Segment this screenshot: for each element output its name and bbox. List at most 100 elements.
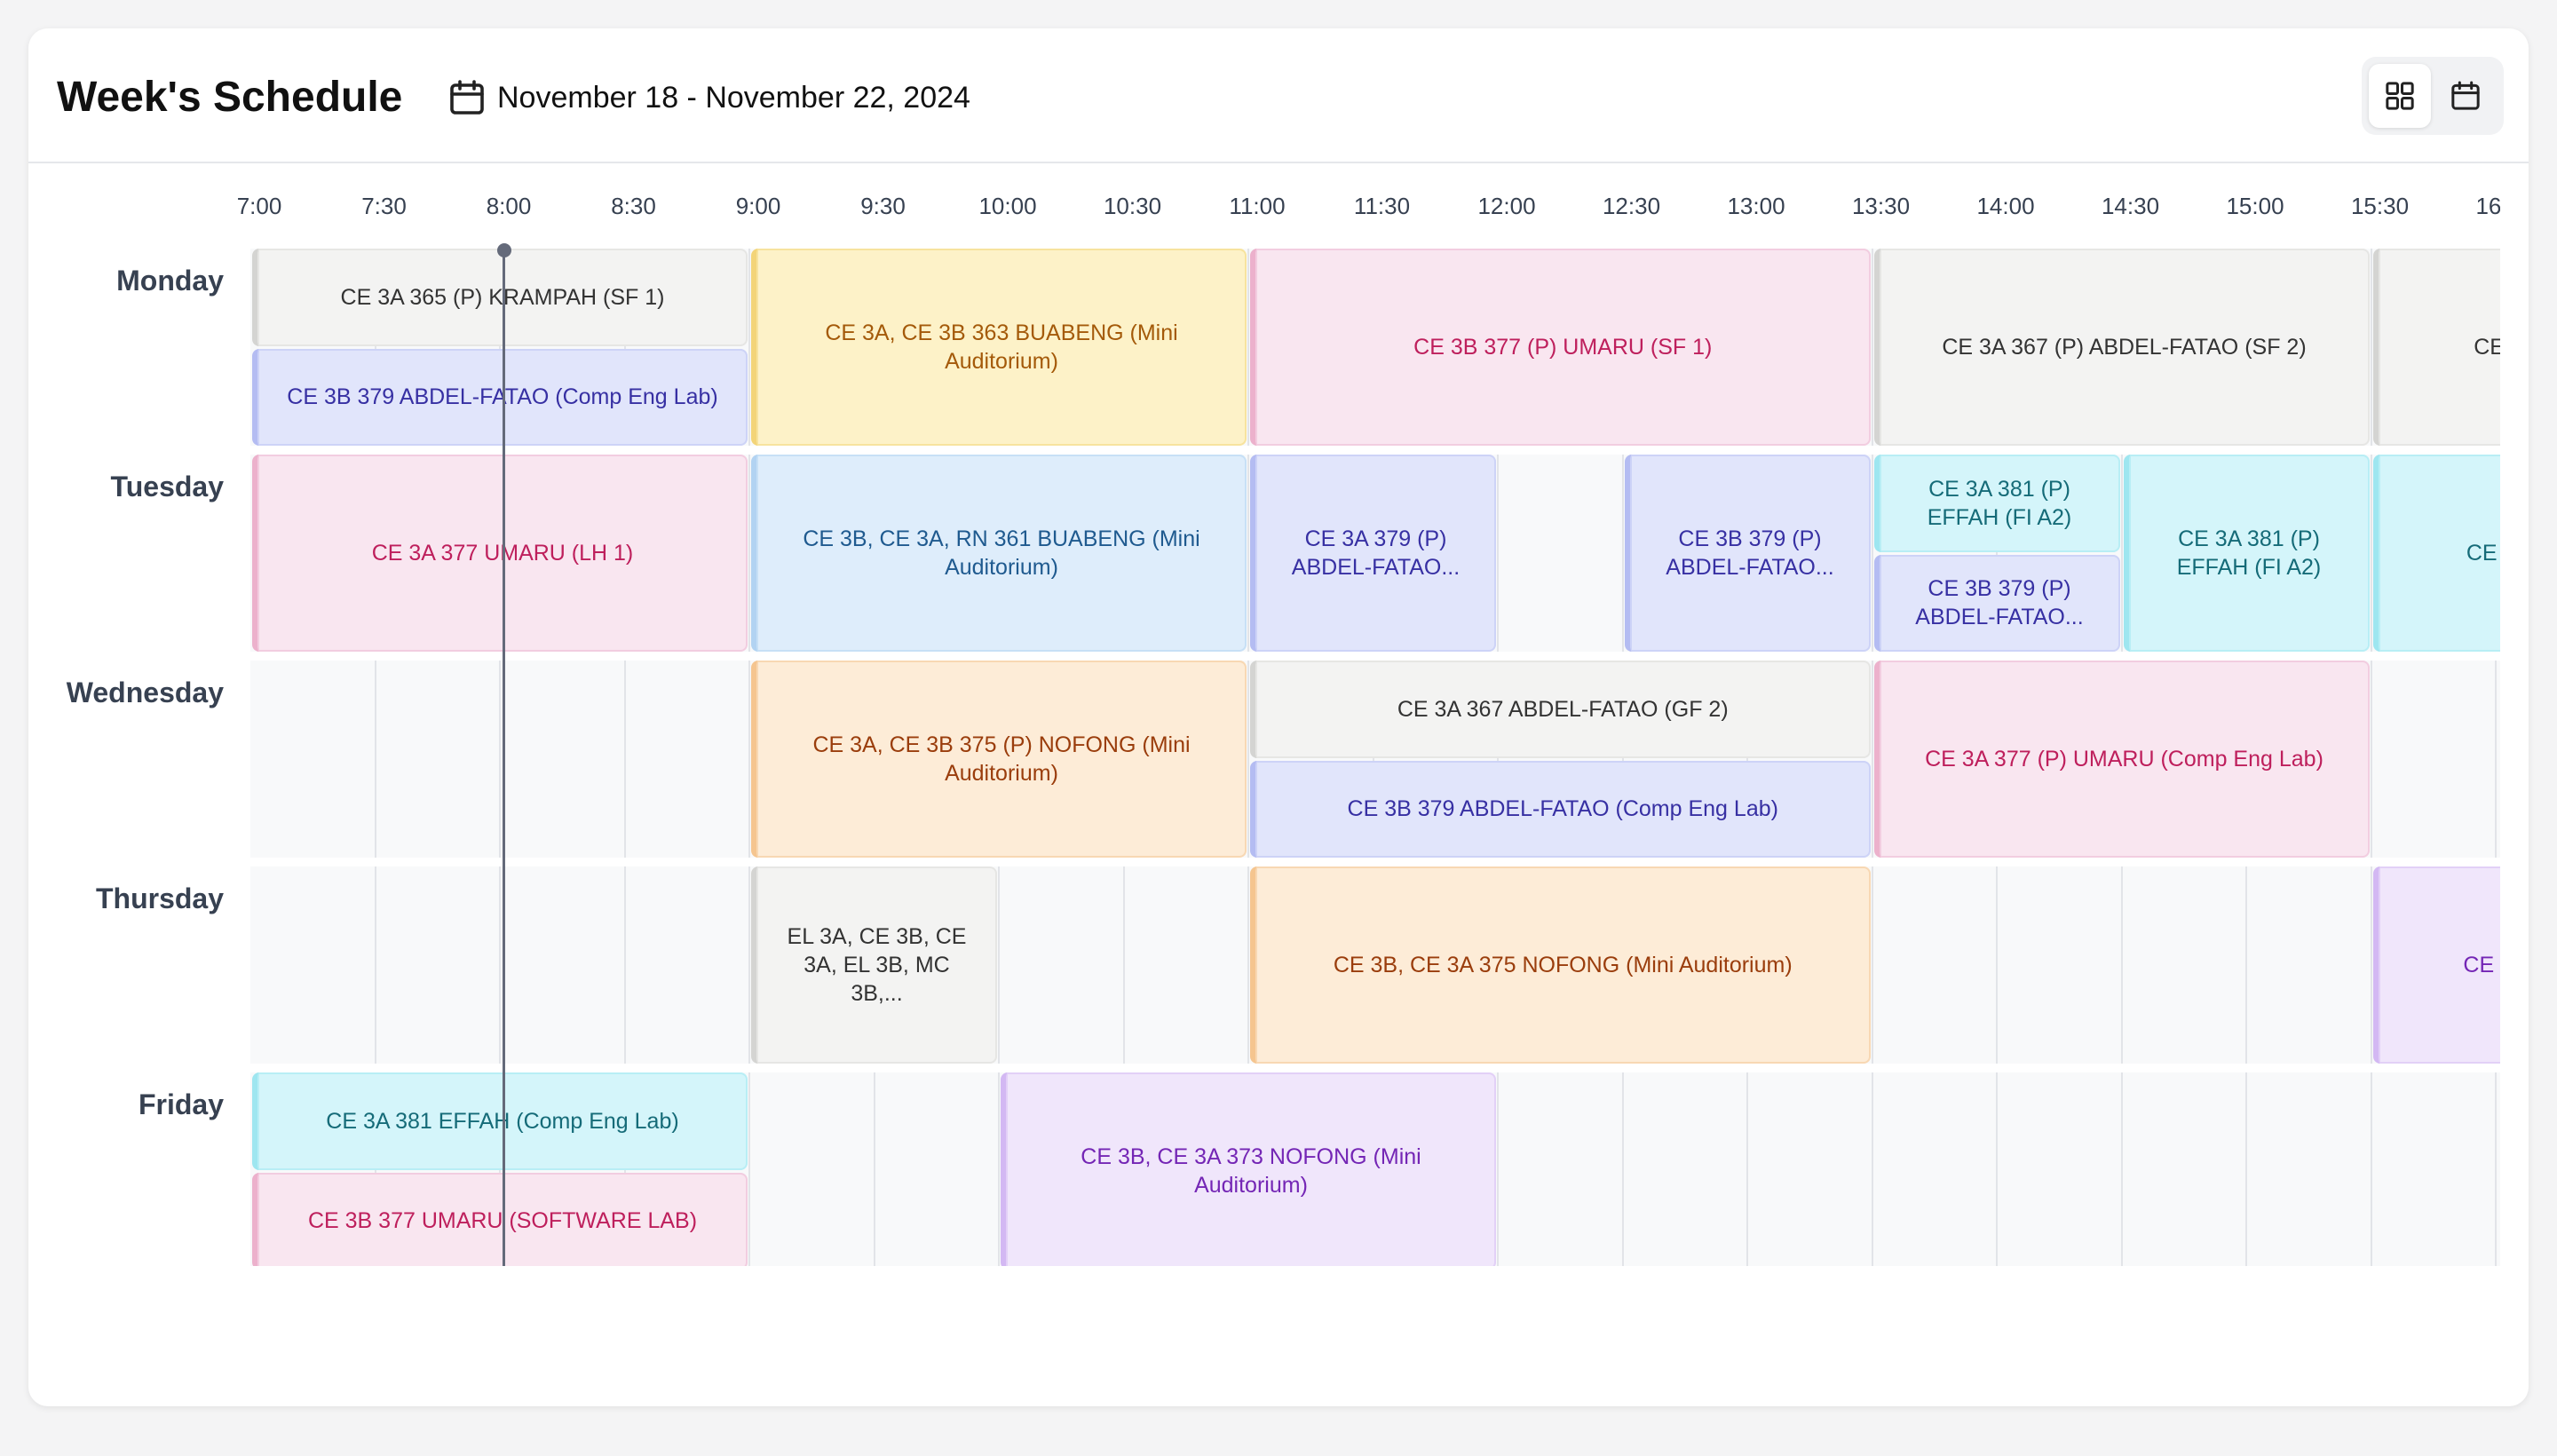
- schedule-card: Week's Schedule November 18 - November 2…: [28, 28, 2529, 1406]
- time-gridline: [2371, 866, 2372, 1064]
- grid-view-icon: [2386, 82, 2414, 110]
- time-label: 11:00: [1229, 193, 1286, 219]
- time-gridline: [748, 1072, 750, 1266]
- time-label: 13:00: [1727, 193, 1785, 219]
- time-gridline: [748, 455, 750, 652]
- schedule-event[interactable]: CE 3A, CE 3B 363 BUABENG (Mini Auditoriu…: [751, 249, 1247, 446]
- time-label: 16:00: [2475, 193, 2500, 219]
- schedule-header: Week's Schedule November 18 - November 2…: [28, 28, 2529, 163]
- event-label: CE 3A,: [2463, 953, 2500, 977]
- time-gridline: [874, 1072, 875, 1266]
- view-toggle: [2362, 57, 2504, 135]
- time-label: 12:00: [1477, 193, 1536, 219]
- schedule-event[interactable]: CE 3: [2372, 249, 2500, 446]
- schedule-event[interactable]: CE 3B 379 ABDEL-FATAO (Comp Eng Lab): [1250, 760, 1871, 858]
- time-gridline: [998, 866, 1000, 1064]
- schedule-event[interactable]: CE 3A 367 (P) ABDEL-FATAO (SF 2): [1873, 249, 2370, 446]
- time-label: 15:00: [2226, 193, 2284, 219]
- schedule-grid: 7:00 7:30 8:00 8:30 9:00 9:30 10:00 10:30 11:00 1…: [28, 165, 2500, 1266]
- schedule-event[interactable]: CE 3A 377 (P) UMARU (Comp Eng Lab): [1873, 661, 2370, 858]
- grid-view-button[interactable]: [2369, 64, 2431, 128]
- time-label: 9:30: [860, 193, 906, 219]
- time-gridline: [375, 661, 376, 858]
- time-gridline: [375, 866, 376, 1064]
- event-label: CE 3B, CE 3A 375 NOFONG (Mini Auditorium…: [1333, 953, 1793, 977]
- day-label-thursday: Thursday: [95, 882, 224, 914]
- current-time-marker: [497, 243, 511, 257]
- day-label-friday: Friday: [138, 1088, 224, 1120]
- time-gridline: [748, 661, 750, 858]
- event-label: CE 3A 367 ABDEL-FATAO (GF 2): [1397, 696, 1729, 722]
- schedule-event[interactable]: CE 3A 379 (P) ABDEL-FATAO...: [1250, 455, 1496, 652]
- time-gridline: [1247, 866, 1249, 1064]
- time-gridline: [2245, 1072, 2247, 1266]
- time-gridline: [2371, 249, 2372, 446]
- event-label: CE 3B 379 ABDEL-FATAO (Comp Eng Lab): [1347, 796, 1778, 822]
- time-gridline: [748, 866, 750, 1064]
- time-gridline: [2495, 1072, 2497, 1266]
- schedule-event[interactable]: CE 3A 367 ABDEL-FATAO (GF 2): [1250, 661, 1871, 758]
- time-gridline: [1247, 249, 1249, 446]
- time-gridline: [624, 866, 626, 1064]
- day-label-tuesday: Tuesday: [110, 471, 224, 502]
- schedule-event[interactable]: CE 3A 381 EFFAH (Comp Eng Lab): [252, 1072, 748, 1170]
- time-label: 14:30: [2101, 193, 2160, 219]
- time-gridline: [1622, 1072, 1624, 1266]
- schedule-event[interactable]: CE 3A, CE 3B 375 (P) NOFONG (Mini Audito…: [751, 661, 1247, 858]
- schedule-event[interactable]: CE 3B, CE 3A, RN 361 BUABENG (Mini Audit…: [751, 455, 1247, 652]
- schedule-event[interactable]: CE 3A 365 (P) KRAMPAH (SF 1): [252, 249, 748, 346]
- schedule-event[interactable]: CE 3B 377 (P) UMARU (SF 1): [1250, 249, 1871, 446]
- time-gridline: [1622, 455, 1624, 652]
- schedule-event[interactable]: CE 3A 381 (P) EFFAH (FI A2): [2123, 455, 2370, 652]
- time-gridline: [2495, 661, 2497, 858]
- time-label: 11:30: [1353, 193, 1411, 219]
- schedule-event[interactable]: CE 3A 381 (P) EFFAH (FI A2): [1873, 455, 2120, 552]
- event-label: CE 3A 381 (P) EFFAH (FI A2): [2176, 526, 2322, 580]
- time-gridline: [1996, 866, 1998, 1064]
- time-gridline: [748, 249, 750, 446]
- time-label: 8:30: [611, 193, 656, 219]
- time-label: 13:30: [1851, 193, 1911, 219]
- time-gridline: [1872, 661, 1873, 858]
- schedule-event[interactable]: EL 3A, CE 3B, CE 3A, EL 3B, MC 3B,...: [751, 866, 997, 1064]
- event-label: CE 3B: [2466, 541, 2500, 566]
- event-label: CE 3A 367 (P) ABDEL-FATAO (SF 2): [1942, 335, 2307, 360]
- time-label: 7:00: [236, 193, 282, 219]
- day-label-monday: Monday: [116, 265, 224, 297]
- event-label: CE 3: [2474, 335, 2500, 360]
- time-label: 8:00: [486, 193, 532, 219]
- schedule-event[interactable]: CE 3B, CE 3A 373 NOFONG (Mini Auditorium…: [1001, 1072, 1496, 1266]
- event-label: CE 3B, CE 3A, RN 361 BUABENG (Mini Audit…: [803, 526, 1200, 580]
- time-gridline: [2371, 1072, 2372, 1266]
- date-range[interactable]: November 18 - November 22, 2024: [497, 75, 970, 121]
- current-time-line: [503, 249, 505, 1266]
- time-gridline: [1872, 866, 1873, 1064]
- time-label: 15:30: [2350, 193, 2410, 219]
- time-gridline: [1996, 1072, 1998, 1266]
- calendar-view-button[interactable]: [2434, 64, 2497, 128]
- schedule-event[interactable]: CE 3B 379 (P) ABDEL-FATAO...: [1624, 455, 1871, 652]
- event-label: CE 3B, CE 3A 373 NOFONG (Mini Auditorium…: [1081, 1144, 1421, 1198]
- time-gridline: [499, 866, 501, 1064]
- time-gridline: [2245, 866, 2247, 1064]
- schedule-event[interactable]: CE 3A 377 UMARU (LH 1): [252, 455, 748, 652]
- schedule-event[interactable]: CE 3B, CE 3A 375 NOFONG (Mini Auditorium…: [1250, 866, 1871, 1064]
- time-gridline: [1247, 455, 1249, 652]
- time-gridline: [499, 661, 501, 858]
- time-label: 10:30: [1103, 193, 1162, 219]
- schedule-event[interactable]: CE 3B 379 ABDEL-FATAO (Comp Eng Lab): [252, 348, 748, 446]
- event-label: CE 3B 379 (P) ABDEL-FATAO...: [1666, 526, 1834, 580]
- time-label: 12:30: [1602, 193, 1661, 219]
- event-label: CE 3A, CE 3B 363 BUABENG (Mini Auditoriu…: [825, 320, 1178, 374]
- schedule-event[interactable]: CE 3B 377 UMARU (SOFTWARE LAB): [252, 1172, 748, 1266]
- schedule-event[interactable]: CE 3B 379 (P) ABDEL-FATAO...: [1873, 554, 2120, 652]
- time-gridline: [1247, 661, 1249, 858]
- time-gridline: [1746, 1072, 1748, 1266]
- schedule-event[interactable]: CE 3A,: [2372, 866, 2500, 1064]
- calendar-icon: [2451, 81, 2480, 110]
- time-label: 9:00: [735, 193, 781, 219]
- event-label: CE 3A, CE 3B 375 (P) NOFONG (Mini Audito…: [812, 732, 1191, 786]
- schedule-event[interactable]: CE 3B: [2372, 455, 2500, 652]
- event-label: CE 3A 379 (P) ABDEL-FATAO...: [1291, 526, 1461, 580]
- event-label: CE 3B 379 (P) ABDEL-FATAO...: [1915, 576, 2084, 630]
